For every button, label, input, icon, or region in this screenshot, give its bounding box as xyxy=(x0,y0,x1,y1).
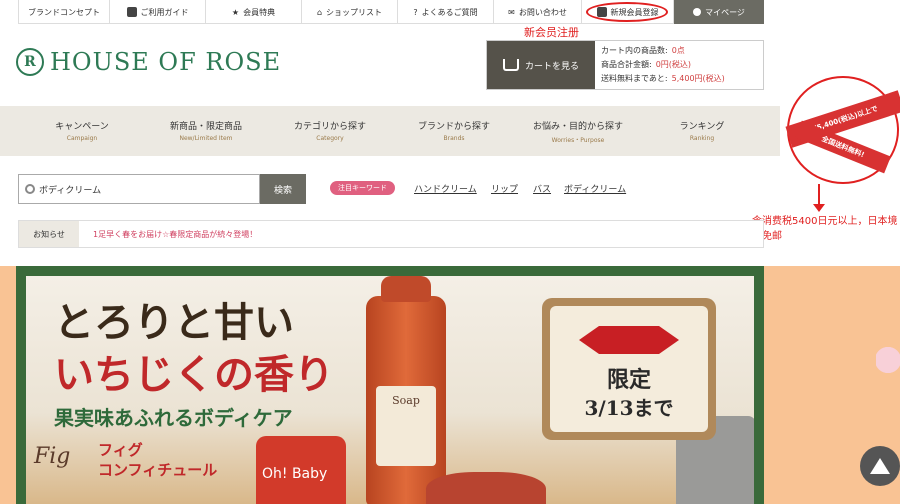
topbar-mypage[interactable]: マイページ xyxy=(674,0,764,24)
site-logo[interactable]: R HOUSE OF ROSE xyxy=(16,48,281,76)
register-annotation: 新会员注册 xyxy=(524,26,579,39)
keyword-link[interactable]: ボディクリーム xyxy=(564,182,626,195)
ribbon-icon xyxy=(579,326,679,354)
search-input[interactable] xyxy=(39,184,239,194)
cart-info: カート内の商品数: 0点 商品合計金額: 0円(税込) 送料無料まであと: 5,… xyxy=(595,41,763,89)
nav-item-sublabel: Worries・Purpose xyxy=(551,137,605,144)
rose-seal-icon: R xyxy=(16,48,44,76)
bottle-cap-image xyxy=(381,276,431,302)
topbar-item-label: 会員特典 xyxy=(243,7,276,17)
topbar-brand-concept[interactable]: ブランドコンセプト xyxy=(18,0,110,24)
search-icon xyxy=(25,184,35,194)
banner-subtitle: 果実味あふれるボディケア xyxy=(54,406,293,430)
hero-banner[interactable]: Soap Oh! Baby 限定 3/13まで とろりと甘い いちじくの香り 果… xyxy=(16,266,764,504)
annotation-oval xyxy=(586,2,668,22)
nav-item-worries-purpose[interactable]: お悩み・目的から探す Worries・Purpose xyxy=(516,106,640,156)
fig-script-logo: Fig xyxy=(34,444,71,469)
news-label: お知らせ xyxy=(19,221,79,247)
star-icon: ★ xyxy=(231,7,240,17)
search-field[interactable] xyxy=(18,174,260,204)
topbar-contact[interactable]: ✉ お問い合わせ xyxy=(494,0,582,24)
question-icon: ? xyxy=(413,7,418,17)
fig-product-name: フィグ コンフィチュール xyxy=(98,440,217,480)
limited-label: 限定 xyxy=(606,367,651,393)
news-link[interactable]: 1足早く春をお届け☆春限定商品が続々登場！ xyxy=(79,229,257,240)
nav-item-sublabel: Ranking xyxy=(689,135,715,142)
nav-item-label: ブランドから探す xyxy=(417,122,490,132)
logo-text: HOUSE OF ROSE xyxy=(50,48,282,76)
keyword-link[interactable]: バス xyxy=(533,182,551,195)
topbar-usage-guide[interactable]: ご利用ガイド xyxy=(110,0,206,24)
nav-item-brands[interactable]: ブランドから探す Brands xyxy=(392,106,516,156)
side-decoration xyxy=(876,340,900,390)
news-bar: お知らせ 1足早く春をお届け☆春限定商品が続々登場！ xyxy=(18,220,764,248)
limited-date: 3/13まで xyxy=(584,396,674,420)
fig-name-line1: フィグ xyxy=(98,441,143,459)
nav-item-label: ランキング xyxy=(679,122,725,132)
topbar-member-benefits[interactable]: ★ 会員特典 xyxy=(206,0,302,24)
nav-item-campaign[interactable]: キャンペーン Campaign xyxy=(20,106,144,156)
topbar-item-label: お問い合わせ xyxy=(518,7,567,17)
main-nav: キャンペーン Campaign 新商品・限定商品 New/Limited Ite… xyxy=(0,106,780,156)
cart-row-value: 0点 xyxy=(671,46,685,55)
banner-headline-2: いちじくの香り xyxy=(54,351,334,398)
cart-summary: カートを見る カート内の商品数: 0点 商品合計金額: 0円(税込) 送料無料ま… xyxy=(486,40,764,90)
shop-icon: ⌂ xyxy=(316,7,323,17)
nav-item-sublabel: Brands xyxy=(443,135,465,142)
nav-item-label: キャンペーン xyxy=(55,122,109,132)
topbar-item-label: ご利用ガイド xyxy=(140,7,189,17)
scroll-to-top-button[interactable] xyxy=(860,446,900,486)
topbar-item-label: よくあるご質問 xyxy=(421,7,478,17)
cart-row: 商品合計金額: 0円(税込) xyxy=(601,58,757,72)
topbar-faq[interactable]: ? よくあるご質問 xyxy=(398,0,494,24)
top-utility-bar: ブランドコンセプト ご利用ガイド ★ 会員特典 ⌂ ショップリスト ? よくある… xyxy=(18,0,764,24)
shipping-annotation: 含消费税5400日元以上，日本境内免邮 xyxy=(752,216,898,242)
cart-row: 送料無料まであと: 5,400円(税込) xyxy=(601,72,757,86)
nav-item-sublabel: Category xyxy=(316,135,344,142)
topbar-item-label: マイページ xyxy=(705,7,745,17)
bottle-label: Soap xyxy=(376,386,436,466)
keyword-link[interactable]: ハンドクリーム xyxy=(414,182,477,195)
fig-name-line2: コンフィチュール xyxy=(98,461,218,479)
bottle-label-text: Soap xyxy=(392,394,420,407)
mail-icon: ✉ xyxy=(508,7,515,17)
topbar-item-label: ブランドコンセプト xyxy=(28,7,100,17)
user-icon xyxy=(693,8,702,16)
topbar-shop-list[interactable]: ⌂ ショップリスト xyxy=(302,0,398,24)
jar-lid-image xyxy=(426,472,546,504)
cart-row-value: 0円(税込) xyxy=(655,60,692,69)
keyword-badge: 注目キーワード xyxy=(330,181,395,195)
nav-item-sublabel: New/Limited Item xyxy=(179,135,233,142)
keyword-link[interactable]: リップ xyxy=(491,182,518,195)
cart-row-label: 商品合計金額: xyxy=(601,60,652,69)
jar-label: Oh! Baby xyxy=(262,466,328,482)
cart-row-label: 送料無料まであと: xyxy=(601,74,668,83)
view-cart-button[interactable]: カートを見る xyxy=(487,41,595,89)
nav-item-category[interactable]: カテゴリから探す Category xyxy=(268,106,392,156)
annotation-arrow-head xyxy=(813,204,825,212)
banner-headline-1: とろりと甘い xyxy=(54,299,294,346)
cart-row-label: カート内の商品数: xyxy=(601,46,668,55)
nav-item-label: お悩み・目的から探す xyxy=(532,122,623,132)
view-cart-label: カートを見る xyxy=(524,61,579,72)
nav-item-label: カテゴリから探す xyxy=(293,122,366,132)
jar-image: Oh! Baby xyxy=(256,436,346,504)
topbar-item-label: ショップリスト xyxy=(326,7,383,17)
book-icon xyxy=(126,7,137,17)
nav-item-label: 新商品・限定商品 xyxy=(169,122,242,132)
topbar-register[interactable]: 新規会員登録 xyxy=(582,0,674,24)
cart-row-value: 5,400円(税込) xyxy=(671,74,725,83)
arrow-up-icon xyxy=(870,458,890,474)
cart-row: カート内の商品数: 0点 xyxy=(601,44,757,58)
search-button[interactable]: 検索 xyxy=(260,174,306,204)
nav-item-new-limited[interactable]: 新商品・限定商品 New/Limited Item xyxy=(144,106,268,156)
cart-icon xyxy=(502,59,519,71)
nav-item-sublabel: Campaign xyxy=(66,135,98,142)
nav-item-ranking[interactable]: ランキング Ranking xyxy=(640,106,764,156)
